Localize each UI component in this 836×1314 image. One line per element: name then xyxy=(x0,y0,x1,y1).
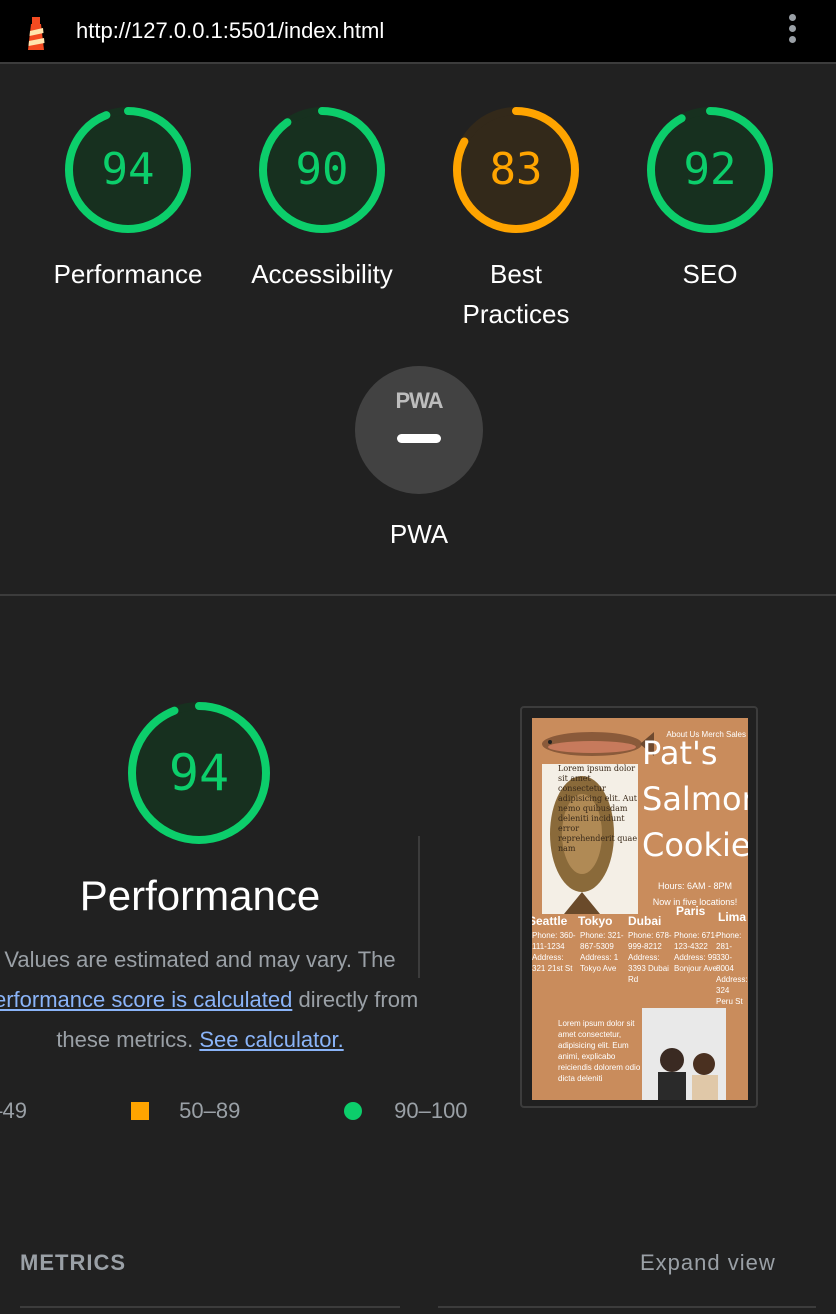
hero-title-line3: Cookie xyxy=(642,826,748,864)
metrics-heading: METRICS xyxy=(20,1250,126,1275)
thumbnail-lorem: Lorem ipsum dolor sit amet consectetur a… xyxy=(558,764,638,853)
seo-label: SEO xyxy=(682,259,738,289)
city-lima: Lima xyxy=(718,910,747,924)
kebab-menu-icon[interactable] xyxy=(782,14,802,50)
accessibility-gauge[interactable]: 90 Accessibility xyxy=(251,106,393,289)
legend-average: 50–89 xyxy=(131,1098,240,1124)
lighthouse-icon xyxy=(22,14,50,57)
accessibility-score: 90 xyxy=(295,144,349,195)
pass-dot-icon xyxy=(344,1102,362,1120)
accessibility-label: Accessibility xyxy=(251,259,393,289)
pwa-label: PWA xyxy=(389,519,449,549)
hero-title-line1: Pat's xyxy=(642,734,718,772)
thumbnail-bottom-text: Lorem ipsum dolor sit amet consectetur, … xyxy=(558,1019,641,1083)
city-lima-info: Phone: 281-330-8004 Address: 324 Peru St xyxy=(716,931,748,1006)
thumbnail-cities: Seattle Phone: 360-111-1234 Address: 321… xyxy=(532,904,748,1010)
url-bar: http://127.0.0.1:5501/index.html xyxy=(0,0,836,64)
salmon-image-icon xyxy=(542,732,654,756)
city-paris: Paris xyxy=(676,904,706,918)
performance-title: Performance xyxy=(79,872,321,919)
metrics-rule-left xyxy=(20,1306,400,1308)
performance-main-gauge: 94 xyxy=(126,700,272,846)
best-practices-label-line2: Practices xyxy=(462,299,570,329)
best-practices-label: Best Practices xyxy=(412,254,620,334)
thumbnail-hero-title: Pat's Salmon Cookie xyxy=(642,734,748,868)
performance-gauge[interactable]: 94 Performance xyxy=(54,106,202,289)
legend-pass-label: 90–100 xyxy=(394,1098,468,1123)
performance-main-score: 94 xyxy=(168,744,230,802)
best-practices-label-line1: Best xyxy=(489,259,543,289)
seo-score: 92 xyxy=(683,144,737,195)
average-square-icon xyxy=(131,1102,149,1120)
city-seattle: Seattle xyxy=(532,914,568,928)
see-calculator-link[interactable]: See calculator. xyxy=(199,1027,343,1052)
hero-title-line2: Salmon xyxy=(642,780,748,818)
people-photo-icon xyxy=(642,1008,726,1100)
city-dubai-info: Phone: 678-999-8212 Address: 3393 Dubai … xyxy=(628,931,672,984)
city-seattle-info: Phone: 360-111-1234 Address: 321 21st St xyxy=(532,931,576,973)
pwa-gauge[interactable]: PWA PWA xyxy=(355,366,483,549)
vertical-separator xyxy=(418,836,420,978)
metrics-rule-right xyxy=(438,1306,816,1308)
hours-text: Hours: 6AM - 8PM xyxy=(657,881,733,891)
desc-text-1: Values are estimated and may vary. The xyxy=(4,947,396,972)
best-practices-score: 83 xyxy=(489,144,543,195)
legend-average-label: 50–89 xyxy=(179,1098,241,1123)
performance-score: 94 xyxy=(101,144,155,195)
best-practices-gauge[interactable]: 83 Best Practices xyxy=(452,106,580,329)
legend-pass: 90–100 xyxy=(344,1098,468,1124)
expand-view-button[interactable]: Expand view xyxy=(640,1250,776,1276)
city-tokyo: Tokyo xyxy=(578,914,613,928)
city-dubai: Dubai xyxy=(628,914,662,928)
pwa-badge-icon xyxy=(355,366,483,494)
section-divider xyxy=(0,594,836,596)
city-paris-info: Phone: 671-123-4322 Address: 99 Bonjour … xyxy=(674,931,718,973)
performance-label: Performance xyxy=(53,259,203,289)
legend-fail: 0–49 xyxy=(0,1098,27,1124)
pwa-badge-text: PWA xyxy=(395,388,443,413)
thumbnail-page: About Us Merch Sales Lorem ipsum dolor s… xyxy=(532,718,748,1100)
performance-description: Values are estimated and may vary. The p… xyxy=(0,940,440,1060)
url-text[interactable]: http://127.0.0.1:5501/index.html xyxy=(76,18,384,44)
final-screenshot-thumbnail[interactable]: About Us Merch Sales Lorem ipsum dolor s… xyxy=(520,706,758,1108)
legend-fail-label: 0–49 xyxy=(0,1098,27,1123)
city-tokyo-info: Phone: 321-867-5309 Address: 1 Tokyo Ave xyxy=(580,931,624,973)
seo-gauge[interactable]: 92 SEO xyxy=(646,106,774,289)
score-calculated-link[interactable]: performance score is calculated xyxy=(0,987,292,1012)
